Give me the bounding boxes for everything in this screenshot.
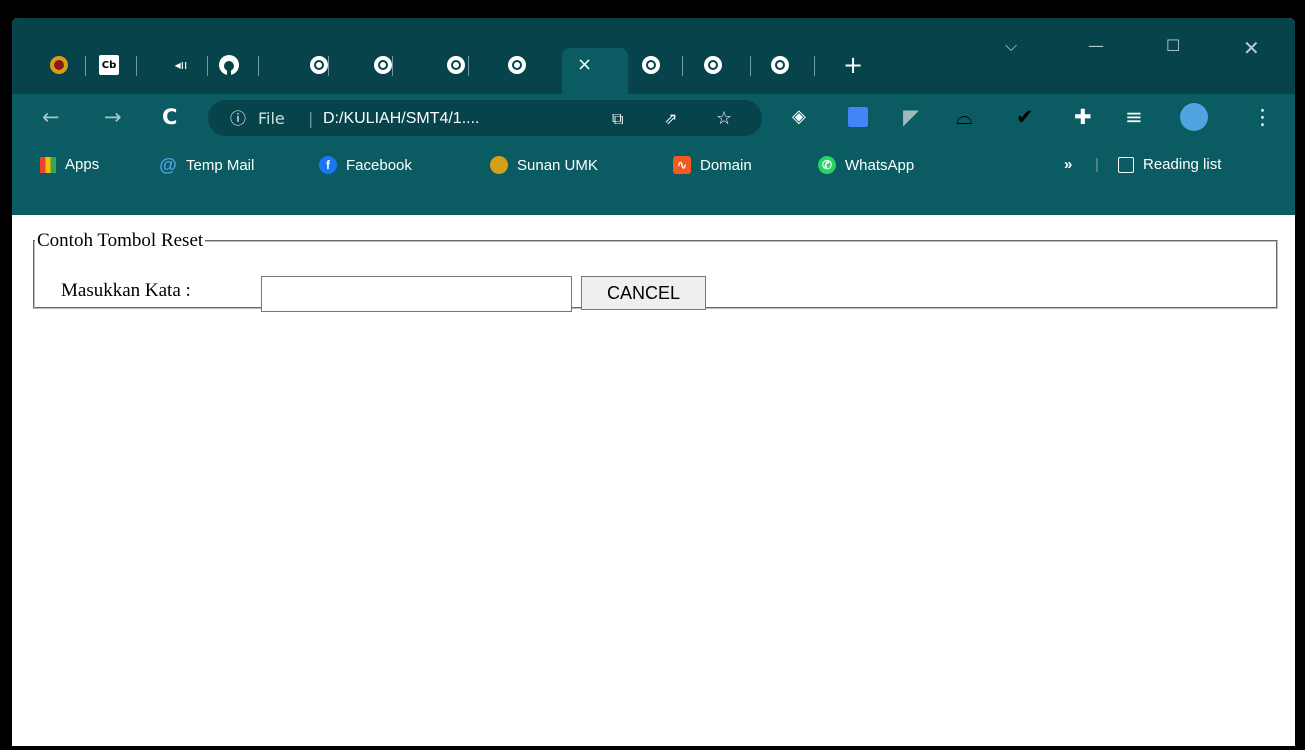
tab-globe-icon[interactable] — [702, 54, 724, 76]
fieldset-legend: Contoh Tombol Reset — [37, 230, 204, 251]
facebook-icon: f — [319, 156, 337, 174]
tab-separator — [328, 56, 329, 76]
tab-separator — [682, 56, 683, 76]
tab-separator — [136, 56, 137, 76]
tab-separator — [258, 56, 259, 76]
bookmark-label: Domain — [700, 156, 752, 174]
bookmark-apps[interactable]: Apps — [40, 156, 99, 173]
share-icon[interactable]: ⇗ — [664, 108, 677, 130]
address-bar[interactable]: ⓘ File | D:/KULIAH/SMT4/1.... ⧉ ⇗ ☆ — [208, 100, 762, 136]
tab-globe-icon[interactable] — [372, 54, 394, 76]
extension-check-icon[interactable]: ✔ — [1016, 101, 1034, 133]
bookmark-label: Temp Mail — [186, 156, 255, 174]
browser-window: Cb ◂ıı × + ⌵ — ☐ ✕ ← → C ⓘ File | D:/KUL… — [12, 18, 1295, 746]
page-content: Contoh Tombol Reset Masukkan Kata : CANC… — [12, 215, 1295, 746]
media-control-icon[interactable]: ≡ — [1125, 101, 1143, 133]
bookmark-separator: | — [1095, 156, 1099, 173]
extension-arrow-icon[interactable]: ◤ — [903, 101, 919, 133]
reading-list-label: Reading list — [1143, 156, 1222, 173]
bookmark-whatsapp[interactable]: ✆ WhatsApp — [818, 156, 914, 174]
bookmark-star-icon[interactable]: ☆ — [716, 108, 732, 130]
tab-umk-favicon-icon[interactable] — [48, 54, 70, 76]
tab-search-chevron-icon[interactable]: ⌵ — [1005, 36, 1017, 56]
input-label: Masukkan Kata : — [61, 280, 191, 301]
maximize-icon[interactable]: ☐ — [1166, 36, 1180, 55]
bookmark-temp-mail[interactable]: @ Temp Mail — [159, 154, 255, 175]
info-icon[interactable]: ⓘ — [230, 108, 246, 130]
extension-idm-icon[interactable]: ◈ — [792, 101, 806, 133]
bookmark-sunan-umk[interactable]: Sunan UMK — [490, 156, 598, 174]
cancel-button[interactable]: CANCEL — [581, 276, 706, 310]
reading-list-icon — [1118, 156, 1134, 173]
tab-globe-icon[interactable] — [640, 54, 662, 76]
new-tab-plus-icon[interactable]: + — [842, 51, 864, 79]
tab-separator — [468, 56, 469, 76]
tab-globe-icon[interactable] — [308, 54, 330, 76]
menu-kebab-icon[interactable]: ⋮ — [1252, 101, 1273, 133]
bookmark-label: Sunan UMK — [517, 156, 598, 174]
toolbar: ← → C ⓘ File | D:/KULIAH/SMT4/1.... ⧉ ⇗ … — [12, 94, 1295, 138]
forward-arrow-icon[interactable]: → — [104, 101, 122, 133]
tab-cb-favicon-icon[interactable]: Cb — [98, 54, 120, 76]
tab-close-icon[interactable]: × — [577, 54, 592, 76]
reload-icon[interactable]: C — [162, 101, 177, 133]
profile-avatar-icon[interactable] — [1180, 101, 1208, 131]
url-scheme: File — [258, 109, 285, 128]
url-separator: | — [308, 109, 314, 128]
back-arrow-icon[interactable]: ← — [42, 101, 60, 133]
tab-separator — [207, 56, 208, 76]
tab-audio-icon[interactable]: ◂ıı — [170, 54, 192, 76]
tab-separator — [392, 56, 393, 76]
apps-grid-icon — [40, 156, 56, 173]
extension-google-translate-icon[interactable] — [848, 101, 868, 127]
bookmarks-overflow-chevron-icon[interactable]: » — [1064, 156, 1072, 173]
bookmark-label: Apps — [65, 156, 100, 173]
bookmark-facebook[interactable]: f Facebook — [319, 156, 412, 174]
tab-globe-icon[interactable] — [506, 54, 528, 76]
window-close-icon[interactable]: ✕ — [1243, 36, 1260, 60]
domain-icon: ∿ — [673, 156, 691, 174]
tab-separator — [814, 56, 815, 76]
minimize-icon[interactable]: — — [1088, 36, 1104, 55]
reset-fieldset: Contoh Tombol Reset Masukkan Kata : CANC… — [33, 230, 1278, 312]
extensions-puzzle-icon[interactable]: ✚ — [1074, 101, 1092, 133]
url-text[interactable]: D:/KULIAH/SMT4/1.... — [323, 108, 479, 130]
at-icon: @ — [159, 154, 177, 175]
reading-list-button[interactable]: Reading list — [1118, 156, 1221, 173]
bookmark-domain[interactable]: ∿ Domain — [673, 156, 752, 174]
word-input[interactable] — [261, 276, 572, 312]
bookmark-label: WhatsApp — [845, 156, 915, 174]
active-tab[interactable] — [562, 48, 628, 94]
tab-strip: Cb ◂ıı × + ⌵ — ☐ ✕ — [12, 18, 1295, 94]
tab-globe-icon[interactable] — [445, 54, 467, 76]
extension-hat-icon[interactable]: ⌓ — [956, 101, 973, 133]
tab-separator — [750, 56, 751, 76]
umk-logo-icon — [490, 156, 508, 174]
whatsapp-icon: ✆ — [818, 156, 836, 174]
tab-github-icon[interactable] — [218, 54, 240, 76]
bookmarks-bar: Apps @ Temp Mail f Facebook Sunan UMK ∿ … — [12, 138, 1295, 215]
tab-separator — [85, 56, 86, 76]
bookmark-label: Facebook — [346, 156, 412, 174]
translate-icon[interactable]: ⧉ — [612, 108, 623, 130]
tab-globe-icon[interactable] — [769, 54, 791, 76]
